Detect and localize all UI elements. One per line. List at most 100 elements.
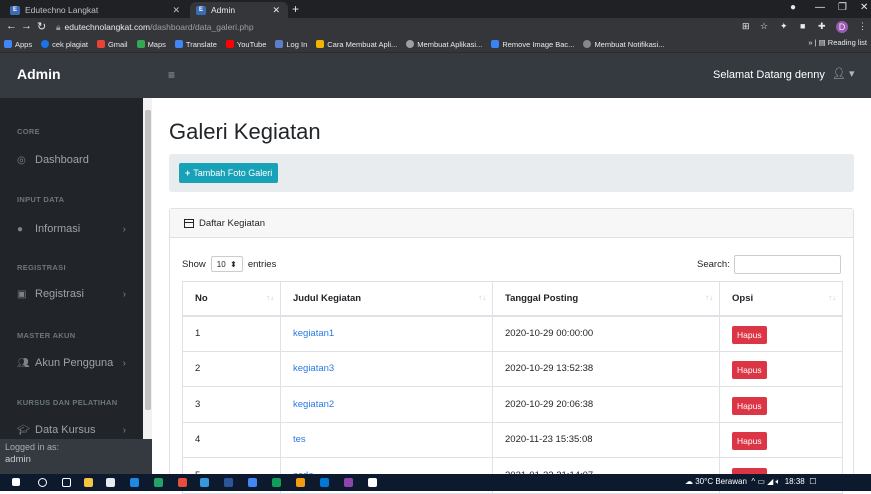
extension-icon[interactable]: ■ [800, 21, 805, 31]
close-tab-icon[interactable]: ✕ [272, 5, 280, 16]
bookmark-remove-image[interactable]: Remove Image Bac... [491, 40, 574, 49]
admin-topnav: Admin ≡ Selamat Datang denny 👤︎ ▾ [0, 53, 871, 98]
file-explorer-icon[interactable] [84, 478, 93, 487]
activity-title-link[interactable]: kegiatan3 [293, 363, 334, 374]
forward-icon[interactable]: → [21, 20, 32, 32]
bookmark-icon [316, 40, 325, 48]
notification-icon[interactable]: ☐ [809, 477, 816, 486]
card-header: Daftar Kegiatan [170, 209, 853, 238]
sidebar-heading-registrasi: REGISTRASI [17, 263, 66, 272]
browser-tab-admin[interactable]: E Admin ✕ [190, 2, 288, 18]
word-icon[interactable] [224, 478, 233, 487]
new-tab-icon[interactable]: + [292, 2, 299, 16]
activity-title-link[interactable]: tes [293, 434, 306, 445]
back-icon[interactable]: ← [6, 20, 17, 32]
translate-icon[interactable]: ⊞ [742, 21, 750, 32]
reading-list-button[interactable]: » | ▤ Reading list [808, 38, 867, 47]
app-icon[interactable] [344, 478, 353, 487]
store-icon[interactable] [106, 478, 115, 487]
bookmark-maps[interactable]: Maps [136, 40, 166, 49]
bookmark-icon [491, 40, 500, 48]
navbar-brand[interactable]: Admin [17, 66, 61, 82]
bookmark-gmail[interactable]: Gmail [96, 40, 128, 49]
close-window-icon[interactable]: ✕ [860, 2, 868, 13]
browser-tab-strip: E Edutechno Langkat ✕ E Admin ✕ + ● — ❐ … [0, 0, 871, 18]
browser-tab-edutechno[interactable]: E Edutechno Langkat ✕ [4, 2, 188, 18]
user-menu-icon[interactable]: 👤︎ ▾ [832, 67, 855, 80]
column-header-no[interactable]: No ↑↓ [182, 281, 281, 317]
posting-date: 2020-11-23 15:35:08 [492, 421, 720, 458]
app-icon[interactable] [296, 478, 305, 487]
info-icon: ● [17, 223, 24, 235]
app-icon[interactable] [368, 478, 377, 487]
chevron-right-icon: › [122, 357, 126, 369]
app-icon[interactable] [272, 478, 281, 487]
profile-dot-icon[interactable]: ● [790, 2, 796, 13]
sidebar-item-registrasi[interactable]: ▣ Registrasi › [17, 288, 142, 300]
profile-avatar-icon[interactable]: D [836, 21, 848, 33]
sidebar-heading-input-data: INPUT DATA [17, 195, 65, 204]
windows-start-icon[interactable] [12, 478, 20, 486]
bookmark-membuat-aplikasi[interactable]: Membuat Aplikasi... [406, 40, 482, 49]
sidebar-toggle-icon[interactable]: ≡ [168, 68, 175, 82]
bookmark-cara-membuat[interactable]: Cara Membuat Apli... [316, 40, 397, 49]
url-field[interactable]: 🔒︎ edutechnolangkat.com/dashboard/data_g… [56, 20, 254, 34]
address-bar-row: ← → ↻ 🔒︎ edutechnolangkat.com/dashboard/… [0, 18, 871, 36]
activity-title-link[interactable]: kegiatan1 [293, 328, 334, 339]
reload-icon[interactable]: ↻ [37, 20, 46, 33]
app-icon[interactable] [200, 478, 209, 487]
plus-icon: + [185, 168, 191, 178]
delete-button[interactable]: Hapus [732, 361, 767, 380]
maximize-icon[interactable]: ❐ [838, 2, 847, 13]
star-icon[interactable]: ☆ [760, 21, 768, 32]
chrome-icon[interactable] [248, 478, 257, 487]
gallery-table: No ↑↓ Judul Kegiatan ↑↓ Tanggal Posting ↑↓ … [182, 281, 843, 494]
bookmark-apps[interactable]: Apps [4, 40, 32, 49]
sidebar-scrollbar-thumb[interactable] [145, 110, 151, 410]
delete-button[interactable]: Hapus [732, 326, 767, 344]
bookmark-cek-plagiat[interactable]: cek plagiat [41, 40, 88, 49]
excel-icon[interactable] [154, 478, 163, 487]
search-icon[interactable] [38, 478, 47, 487]
page-length-control: Show 10 ⬍ entries [182, 256, 276, 272]
bookmark-log-in[interactable]: Log In [275, 40, 307, 49]
page-title: Galeri Kegiatan [169, 119, 321, 144]
sidebar-item-data-kursus[interactable]: 🎓︎ Data Kursus › [17, 424, 142, 436]
column-header-judul[interactable]: Judul Kegiatan ↑↓ [280, 281, 493, 317]
search-input[interactable] [733, 255, 841, 274]
clock-time[interactable]: 18:38 [785, 477, 805, 486]
minimize-icon[interactable]: — [815, 2, 825, 13]
menu-kebab-icon[interactable]: ⋮ [858, 21, 867, 32]
sidebar-item-dashboard[interactable]: ◎ Dashboard [17, 154, 142, 166]
delete-button[interactable]: Hapus [732, 432, 767, 451]
system-tray: ☁︎ 30°C Berawan ^ ▭ ◢ 🔈︎ 18:38 ☐ [685, 477, 817, 486]
app-icon[interactable] [130, 478, 139, 487]
sort-icon: ↑↓ [828, 293, 836, 302]
row-number: 1 [182, 315, 281, 352]
select-arrows-icon: ⬍ [230, 259, 237, 269]
entries-select[interactable]: 10 ⬍ [210, 256, 243, 272]
app-icon[interactable] [178, 478, 187, 487]
row-number: 4 [182, 421, 281, 458]
task-view-icon[interactable] [62, 478, 71, 487]
bookmark-youtube[interactable]: YouTube [225, 40, 266, 49]
row-number: 3 [182, 386, 281, 423]
extension-icon[interactable]: ✦ [780, 21, 788, 32]
tab-title: Edutechno Langkat [25, 5, 99, 15]
close-tab-icon[interactable]: ✕ [172, 5, 180, 16]
activity-title-link[interactable]: kegiatan2 [293, 399, 334, 410]
vscode-icon[interactable] [320, 478, 329, 487]
column-header-tanggal[interactable]: Tanggal Posting ↑↓ [492, 281, 720, 317]
weather-text[interactable]: 30°C Berawan [695, 477, 747, 486]
delete-button[interactable]: Hapus [732, 396, 767, 415]
sort-icon: ↑↓ [266, 293, 274, 302]
sidebar-item-informasi[interactable]: ● Informasi › [17, 223, 142, 235]
sort-icon: ↑↓ [705, 293, 713, 302]
bookmarks-bar: Apps cek plagiat Gmail Maps Translate Yo… [0, 36, 871, 53]
bookmark-membuat-notifikasi[interactable]: Membuat Notifikasi... [583, 40, 664, 49]
column-header-opsi[interactable]: Opsi ↑↓ [719, 281, 843, 317]
bookmark-translate[interactable]: Translate [174, 40, 217, 49]
sidebar-item-akun-pengguna[interactable]: 👥︎ Akun Pengguna › [17, 357, 142, 369]
add-gallery-photo-button[interactable]: + Tambah Foto Galeri [179, 163, 279, 183]
extensions-puzzle-icon[interactable]: ✚ [818, 21, 826, 32]
